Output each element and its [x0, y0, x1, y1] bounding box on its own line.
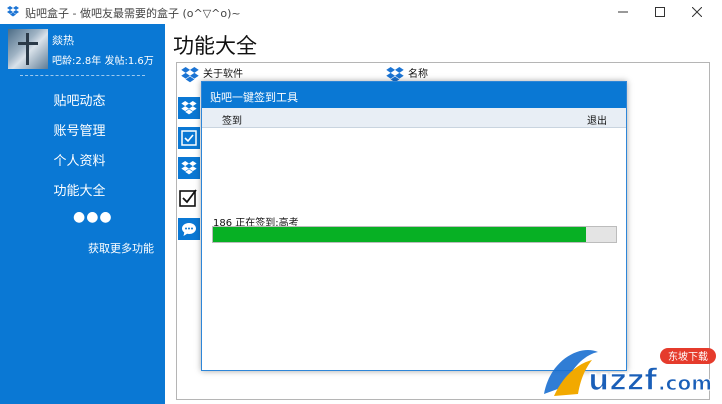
- checkbox-icon[interactable]: [178, 127, 200, 149]
- sign-in-button[interactable]: 签到: [222, 112, 242, 127]
- sidebar-divider: [20, 75, 145, 76]
- avatar[interactable]: [8, 29, 48, 69]
- user-stats: 吧龄:2.8年 发帖:1.6万: [52, 56, 154, 67]
- close-button[interactable]: [680, 0, 714, 24]
- dropbox-icon[interactable]: [178, 97, 200, 119]
- dropbox-icon: [180, 65, 200, 85]
- feature-card-title: 名称: [408, 69, 428, 80]
- feature-card-title: 关于软件: [203, 69, 243, 80]
- dropbox-icon: [7, 6, 19, 20]
- chat-icon[interactable]: [178, 218, 200, 240]
- sign-in-dialog: 贴吧一键签到工具 签到 退出 186 正在签到:高考: [201, 81, 627, 371]
- uzzf-watermark-logo: uzzf .com 东坡下载: [540, 338, 720, 400]
- more-dots: ●●●: [73, 209, 113, 225]
- dialog-title: 贴吧一键签到工具: [202, 82, 626, 108]
- dialog-toolbar: 签到 退出: [202, 108, 626, 128]
- maximize-button[interactable]: [643, 0, 677, 24]
- sidebar-item-profile[interactable]: 个人资料: [0, 146, 165, 172]
- sidebar-item-tieba-feed[interactable]: 贴吧动态: [0, 86, 165, 112]
- title-bar: 贴吧盒子 - 做吧友最需要的盒子 (o^▽^o)~: [0, 0, 722, 24]
- progress-fill: [213, 227, 587, 242]
- checklist-icon[interactable]: [178, 187, 200, 209]
- page-title: 功能大全: [173, 34, 257, 58]
- sidebar: 燚热 吧龄:2.8年 发帖:1.6万 贴吧动态 账号管理 个人资料 功能大全 ●…: [0, 24, 165, 404]
- sidebar-item-features[interactable]: 功能大全: [0, 176, 165, 202]
- avatar-cross-vertical: [26, 33, 29, 65]
- svg-text:.com: .com: [658, 371, 712, 395]
- avatar-cross-horizontal: [18, 42, 38, 45]
- dropbox-icon[interactable]: [178, 157, 200, 179]
- svg-text:东坡下载: 东坡下载: [668, 350, 708, 363]
- window-title: 贴吧盒子 - 做吧友最需要的盒子 (o^▽^o)~: [25, 7, 241, 20]
- exit-button[interactable]: 退出: [587, 112, 607, 127]
- svg-text:uzzf: uzzf: [588, 363, 658, 398]
- minimize-button[interactable]: [606, 0, 640, 24]
- more-features-link[interactable]: 获取更多功能: [88, 240, 154, 256]
- username: 燚热: [52, 34, 74, 47]
- sign-in-progress-bar: [212, 226, 617, 243]
- sidebar-item-accounts[interactable]: 账号管理: [0, 116, 165, 142]
